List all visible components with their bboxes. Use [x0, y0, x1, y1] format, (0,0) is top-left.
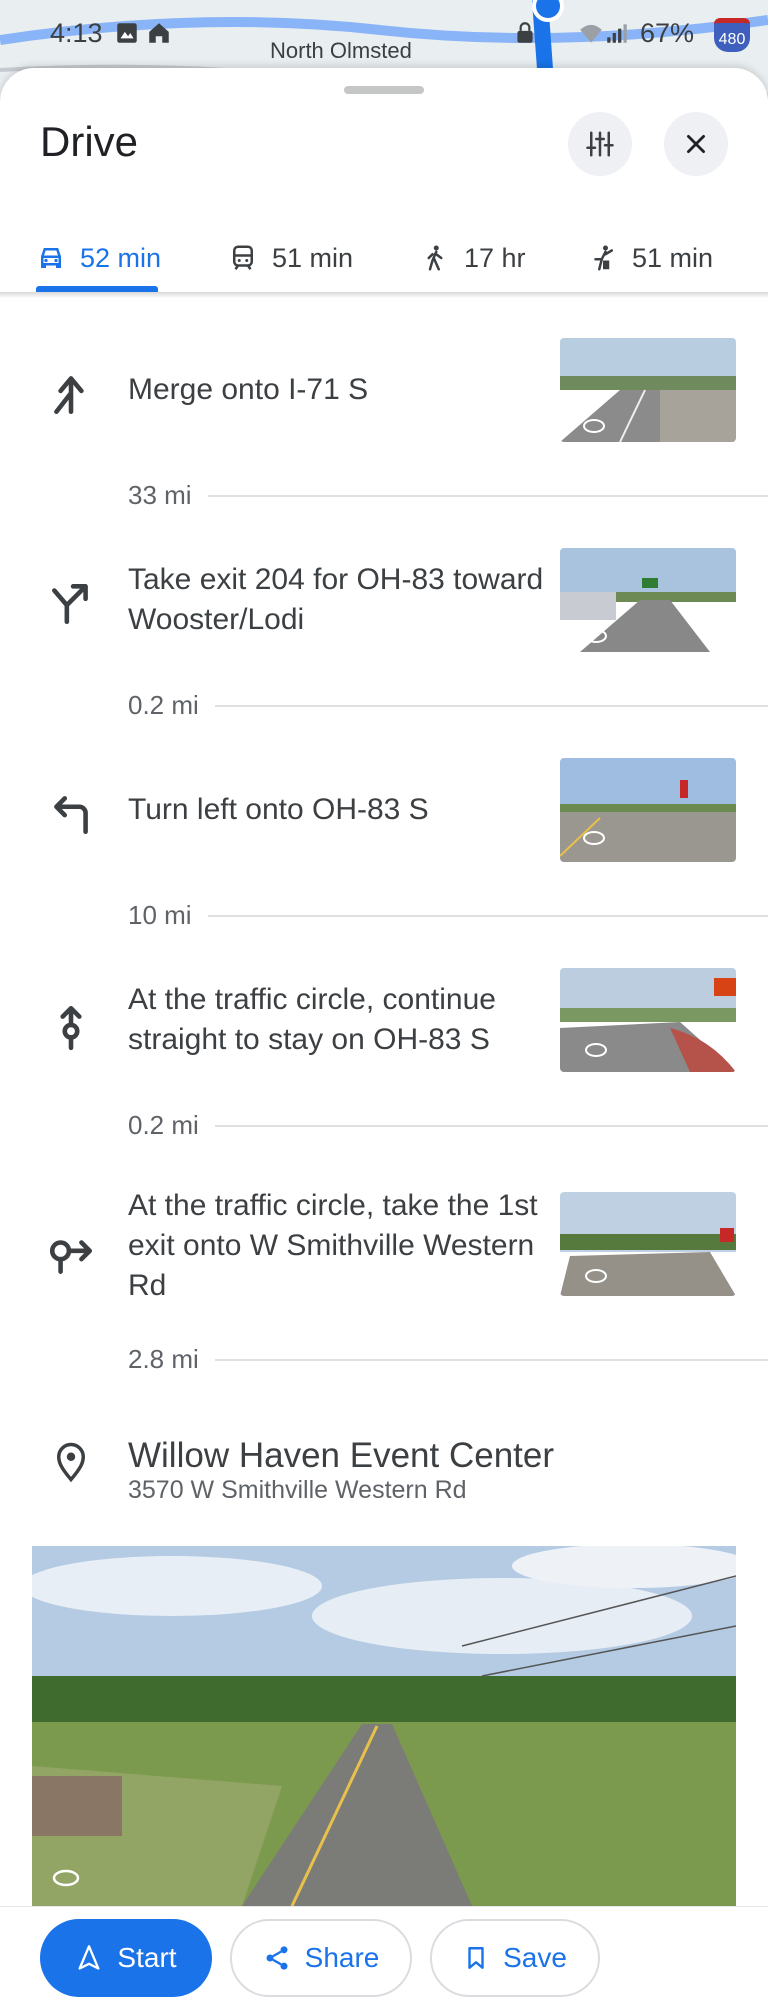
destination-address: 3570 W Smithville Western Rd [128, 1476, 467, 1504]
step-instruction: At the traffic circle, continue straight… [128, 983, 496, 1056]
map-place-label: North Olmsted [270, 38, 412, 63]
tune-icon [586, 131, 614, 157]
home-icon [149, 23, 169, 43]
distance-divider: 0.2 mi [128, 690, 768, 721]
tab-walk[interactable]: 17 hr [420, 218, 526, 298]
save-button[interactable]: Save [430, 1919, 600, 1997]
close-button[interactable] [664, 112, 728, 176]
battery-level: 67% [640, 18, 695, 48]
distance-label: 2.8 mi [128, 1344, 199, 1374]
distance-divider: 0.2 mi [128, 1110, 768, 1141]
distance-divider: 10 mi [128, 900, 768, 931]
street-view-thumbnail[interactable] [560, 338, 736, 442]
share-icon [266, 1946, 288, 1970]
wifi-icon [580, 24, 602, 43]
distance-label: 0.2 mi [128, 1110, 199, 1140]
navigation-icon [78, 1945, 100, 1970]
roundabout-straight-icon [60, 1005, 82, 1051]
distance-divider: 33 mi [128, 480, 768, 511]
distance-label: 0.2 mi [128, 690, 199, 720]
tab-ride-label: 51 min [632, 242, 714, 273]
step-instruction: Merge onto I-71 S [128, 373, 369, 406]
street-view-thumbnail[interactable] [560, 968, 736, 1072]
rideshare-icon [594, 245, 613, 271]
distance-label: 33 mi [128, 480, 192, 510]
step-instruction: Take exit 204 for OH-83 toward Wooster/L… [128, 563, 544, 636]
transit-icon [233, 245, 253, 270]
street-view-thumbnail[interactable] [560, 548, 736, 652]
interstate-shield: 480 [714, 18, 750, 52]
street-view-thumbnail[interactable] [560, 1192, 736, 1296]
distance-label: 10 mi [128, 900, 192, 930]
lock-icon [517, 22, 533, 43]
step-instruction: Turn left onto OH-83 S [128, 793, 429, 826]
share-label: Share [304, 1942, 380, 1973]
status-time: 4:13 [50, 18, 103, 48]
step-instruction: At the traffic circle, take the 1st exit… [128, 1189, 538, 1302]
roundabout-exit-icon [49, 1240, 93, 1274]
start-button[interactable]: Start [40, 1919, 212, 1997]
walk-icon [427, 245, 443, 271]
turn-left-icon [54, 796, 88, 835]
tabs-divider [0, 292, 768, 298]
tab-ride[interactable]: 51 min [588, 218, 713, 298]
close-icon [687, 135, 705, 153]
drag-handle[interactable] [344, 86, 424, 94]
tab-walk-label: 17 hr [464, 242, 526, 273]
tab-transit-label: 51 min [272, 242, 354, 273]
merge-icon [54, 376, 84, 415]
destination-name: Willow Haven Event Center [128, 1436, 554, 1475]
signal-icon [607, 24, 627, 43]
tab-drive-label: 52 min [80, 242, 162, 273]
gallery-icon [117, 23, 137, 43]
save-label: Save [503, 1942, 567, 1973]
bottom-action-bar: Start Share Save [0, 1906, 768, 2006]
exit-right-icon [52, 584, 88, 625]
destination-street-view[interactable] [32, 1546, 736, 1906]
share-button[interactable]: Share [230, 1919, 412, 1997]
page-title: Drive [40, 118, 139, 165]
route-options-button[interactable] [568, 112, 632, 176]
status-bar: 4:13 North Olmsted 67% 480 [0, 0, 768, 66]
street-view-thumbnail[interactable] [560, 758, 736, 862]
location-pin-icon [56, 1442, 86, 1483]
car-icon [41, 248, 61, 268]
distance-divider: 2.8 mi [128, 1344, 768, 1375]
start-label: Start [117, 1942, 177, 1973]
tab-transit[interactable]: 51 min [228, 218, 353, 298]
bookmark-icon [468, 1947, 484, 1969]
